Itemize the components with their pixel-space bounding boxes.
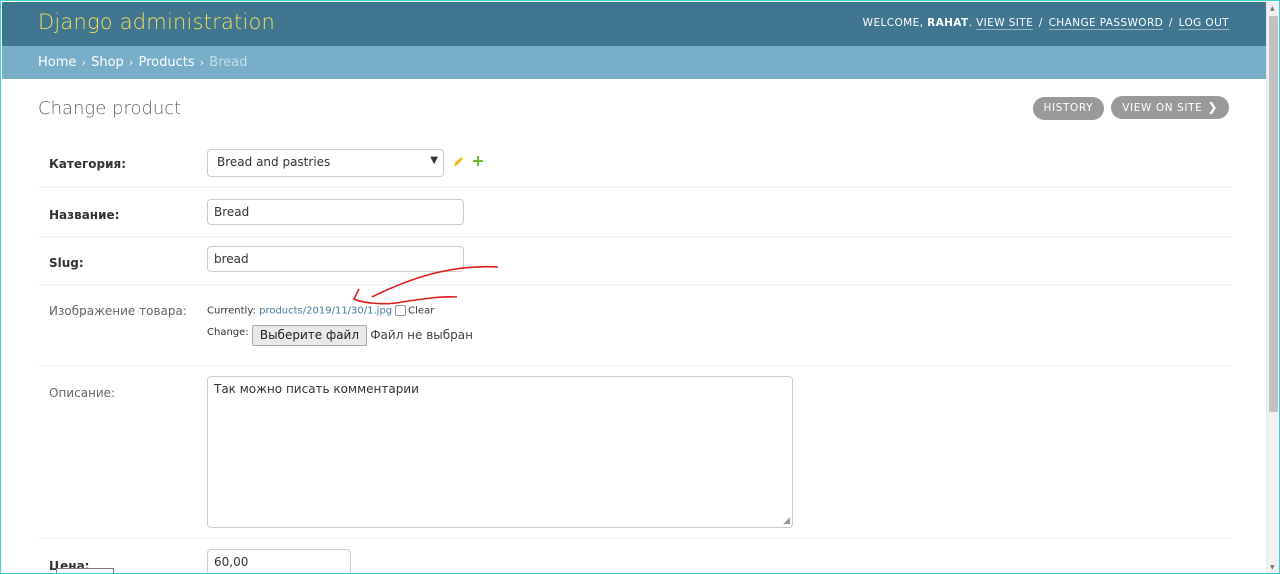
change-label: Change: xyxy=(207,326,249,338)
description-textarea[interactable]: Так можно писать комментарии ◢ xyxy=(207,376,793,528)
form-row-image: Изображение товара: Currently: products/… xyxy=(39,285,1230,366)
category-select[interactable]: Bread and pastries ▼ xyxy=(207,149,444,177)
slug-label: Slug: xyxy=(49,256,84,270)
breadcrumb-separator: › xyxy=(81,56,86,69)
slug-input[interactable]: bread xyxy=(207,246,464,272)
price-input[interactable]: 60,00 xyxy=(207,549,351,573)
site-brand[interactable]: Django administration xyxy=(38,10,275,34)
category-label: Категория: xyxy=(49,157,127,171)
browser-viewport: Django administration WELCOME, RAHAT. VI… xyxy=(0,0,1280,574)
pencil-icon[interactable] xyxy=(452,155,465,171)
no-file-text: Файл не выбран xyxy=(370,327,473,342)
image-current: Currently: products/2019/11/30/1.jpg Clea… xyxy=(207,305,473,317)
breadcrumb-separator: › xyxy=(128,56,134,69)
tooltip-popup xyxy=(56,568,114,573)
choose-file-button[interactable]: Выберите файл xyxy=(251,324,368,346)
welcome-text: WELCOME, xyxy=(862,17,928,29)
clear-label: Clear xyxy=(408,305,435,317)
view-on-site-button[interactable]: VIEW ON SITE ❯ xyxy=(1111,96,1229,119)
page-title: Change product xyxy=(38,98,182,119)
separator: / xyxy=(1038,17,1043,29)
breadcrumb-home[interactable]: Home xyxy=(38,55,76,70)
form-row-category: Категория: Bread and pastries ▼ xyxy=(39,140,1230,188)
welcome-end: . xyxy=(968,17,973,29)
plus-icon[interactable] xyxy=(472,155,484,170)
logout-link[interactable]: LOG OUT xyxy=(1178,17,1229,30)
resize-handle-icon[interactable]: ◢ xyxy=(783,516,790,526)
description-label: Описание: xyxy=(49,386,116,400)
breadcrumb-separator: › xyxy=(199,56,205,69)
breadcrumb-products[interactable]: Products xyxy=(138,55,194,70)
form-row-price: Цена: 60,00 xyxy=(39,539,1230,573)
scrollbar-thumb[interactable] xyxy=(1269,16,1278,412)
name-input[interactable]: Bread xyxy=(207,199,464,225)
user-tools: WELCOME, RAHAT. VIEW SITE / CHANGE PASSW… xyxy=(862,17,1229,30)
view-on-site-label: VIEW ON SITE xyxy=(1122,102,1203,114)
currently-label: Currently: xyxy=(207,305,256,317)
separator: / xyxy=(1168,17,1173,29)
description-text: Так можно писать комментарии xyxy=(214,382,419,396)
current-image-link[interactable]: products/2019/11/30/1.jpg xyxy=(259,306,392,317)
admin-header: Django administration WELCOME, RAHAT. VI… xyxy=(2,2,1267,46)
object-tools: HISTORY VIEW ON SITE ❯ xyxy=(1030,96,1229,120)
vertical-scrollbar[interactable]: ▲ ▼ xyxy=(1266,2,1279,573)
breadcrumb-shop[interactable]: Shop xyxy=(91,55,124,70)
admin-page: Django administration WELCOME, RAHAT. VI… xyxy=(2,2,1267,573)
name-label: Название: xyxy=(49,208,120,222)
breadcrumb-current: Bread xyxy=(209,55,248,70)
image-label: Изображение товара: xyxy=(49,304,187,318)
clear-checkbox[interactable] xyxy=(395,305,407,316)
form-row-name: Название: Bread xyxy=(39,189,1230,237)
scroll-up-icon[interactable]: ▲ xyxy=(1270,5,1275,12)
breadcrumb: Home › Shop › Products › Bread xyxy=(2,46,1267,79)
history-button[interactable]: HISTORY xyxy=(1032,97,1105,120)
chevron-right-icon: ❯ xyxy=(1207,100,1218,114)
scroll-down-icon[interactable]: ▼ xyxy=(1270,564,1275,571)
image-change: Change: Выберите файл Файл не выбран xyxy=(207,324,473,346)
form-row-slug: Slug: bread xyxy=(39,237,1230,285)
form-row-description: Описание: Так можно писать комментарии ◢ xyxy=(39,366,1230,539)
category-select-value: Bread and pastries xyxy=(217,155,331,169)
change-password-link[interactable]: CHANGE PASSWORD xyxy=(1048,17,1164,30)
chevron-down-icon: ▼ xyxy=(430,155,438,166)
view-site-link[interactable]: VIEW SITE xyxy=(976,17,1034,30)
username: RAHAT xyxy=(927,17,969,29)
